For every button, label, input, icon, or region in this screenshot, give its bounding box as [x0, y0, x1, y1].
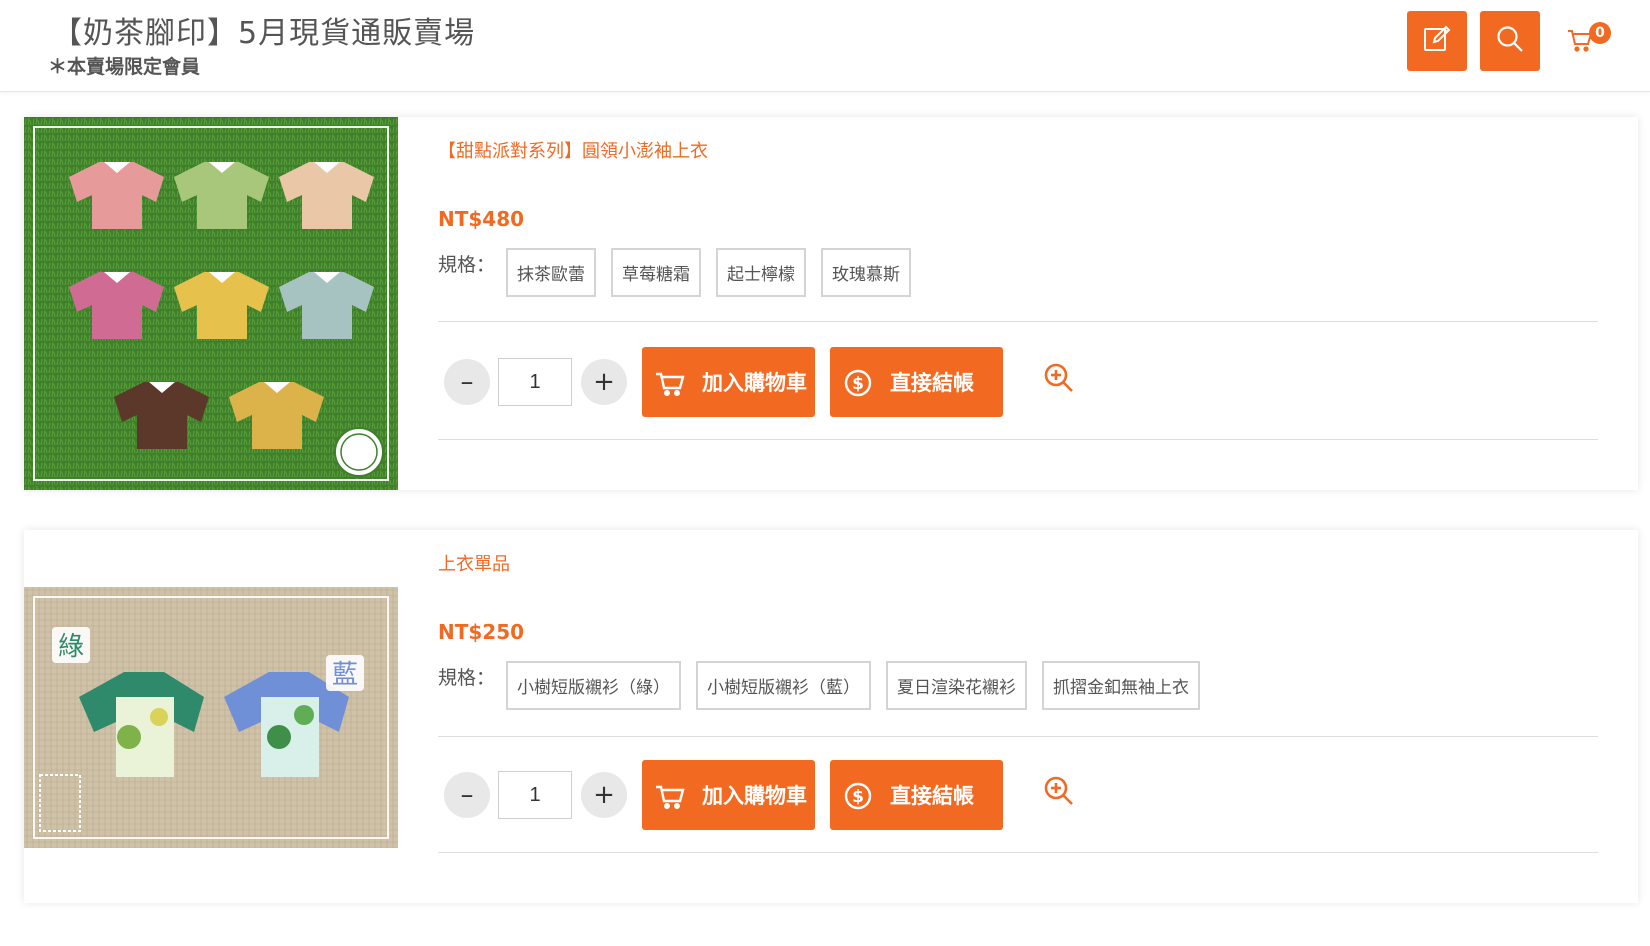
edit-button[interactable] — [1407, 11, 1467, 71]
product-price: NT$480 — [438, 207, 525, 231]
spec-option[interactable]: 抹茶歐蕾 — [506, 248, 596, 297]
top-header: 【奶茶腳印】5月現貨通販賣場 ＊本賣場限定會員 0 — [0, 0, 1650, 92]
quantity-value: 1 — [529, 371, 541, 393]
product-image[interactable] — [24, 117, 398, 490]
plus-icon: + — [593, 780, 615, 810]
product-image[interactable]: 綠 藍 — [24, 587, 398, 848]
page-subtitle: ＊本賣場限定會員 — [48, 56, 201, 78]
divider — [438, 852, 1598, 853]
quantity-input[interactable]: 1 — [498, 771, 572, 819]
spec-option[interactable]: 起士檸檬 — [716, 248, 806, 297]
quantity-value: 1 — [529, 784, 541, 806]
divider — [438, 321, 1598, 322]
spec-option[interactable]: 玫瑰慕斯 — [821, 248, 911, 297]
quantity-increase-button[interactable]: + — [581, 359, 627, 405]
add-to-cart-button[interactable]: 加入購物車 — [642, 760, 815, 830]
quantity-decrease-button[interactable]: – — [444, 359, 490, 405]
dollar-coin-icon: $ — [840, 777, 876, 813]
checkout-button[interactable]: $ 直接結帳 — [830, 347, 1003, 417]
add-to-cart-label: 加入購物車 — [702, 784, 807, 808]
cart-icon — [652, 364, 688, 400]
divider — [438, 439, 1598, 440]
svg-text:$: $ — [852, 787, 864, 807]
cart-icon — [652, 777, 688, 813]
search-icon — [1495, 24, 1525, 58]
spec-option[interactable]: 小樹短版襯衫（綠） — [506, 661, 681, 710]
spec-option[interactable]: 夏日渲染花襯衫 — [886, 661, 1027, 710]
product-title[interactable]: 【甜點派對系列】圓領小澎袖上衣 — [438, 137, 708, 163]
minus-icon: – — [460, 367, 474, 397]
divider — [438, 736, 1598, 737]
product-card: 【甜點派對系列】圓領小澎袖上衣 NT$480 規格： 抹茶歐蕾 草莓糖霜 起士檸… — [24, 117, 1638, 490]
product-card: 綠 藍 上衣單品 NT$250 規格： 小樹短版襯衫（綠） 小樹短版襯衫（藍） … — [24, 530, 1638, 903]
quantity-input[interactable]: 1 — [498, 358, 572, 406]
quantity-increase-button[interactable]: + — [581, 772, 627, 818]
add-to-cart-button[interactable]: 加入購物車 — [642, 347, 815, 417]
page-title: 【奶茶腳印】5月現貨通販賣場 — [52, 16, 476, 51]
zoom-in-icon[interactable] — [1042, 361, 1076, 395]
spec-label: 規格： — [438, 667, 496, 689]
checkout-label: 直接結帳 — [890, 371, 974, 395]
spec-option[interactable]: 小樹短版襯衫（藍） — [696, 661, 871, 710]
cart-button[interactable]: 0 — [1566, 22, 1616, 62]
quantity-decrease-button[interactable]: – — [444, 772, 490, 818]
spec-options: 抹茶歐蕾 草莓糖霜 起士檸檬 玫瑰慕斯 — [506, 248, 911, 297]
plus-icon: + — [593, 367, 615, 397]
image-frame — [33, 126, 389, 481]
checkout-button[interactable]: $ 直接結帳 — [830, 760, 1003, 830]
add-to-cart-label: 加入購物車 — [702, 371, 807, 395]
spec-option[interactable]: 抓摺金釦無袖上衣 — [1042, 661, 1200, 710]
product-price: NT$250 — [438, 620, 525, 644]
image-frame — [33, 596, 389, 839]
spec-label: 規格： — [438, 254, 496, 276]
search-button[interactable] — [1480, 11, 1540, 71]
minus-icon: – — [460, 780, 474, 810]
svg-text:$: $ — [852, 374, 864, 394]
product-title[interactable]: 上衣單品 — [438, 550, 510, 576]
edit-icon — [1422, 24, 1452, 58]
spec-options: 小樹短版襯衫（綠） 小樹短版襯衫（藍） 夏日渲染花襯衫 抓摺金釦無袖上衣 — [506, 661, 1200, 710]
checkout-label: 直接結帳 — [890, 784, 974, 808]
spec-option[interactable]: 草莓糖霜 — [611, 248, 701, 297]
zoom-in-icon[interactable] — [1042, 774, 1076, 808]
cart-count-badge: 0 — [1589, 22, 1611, 44]
dollar-coin-icon: $ — [840, 364, 876, 400]
